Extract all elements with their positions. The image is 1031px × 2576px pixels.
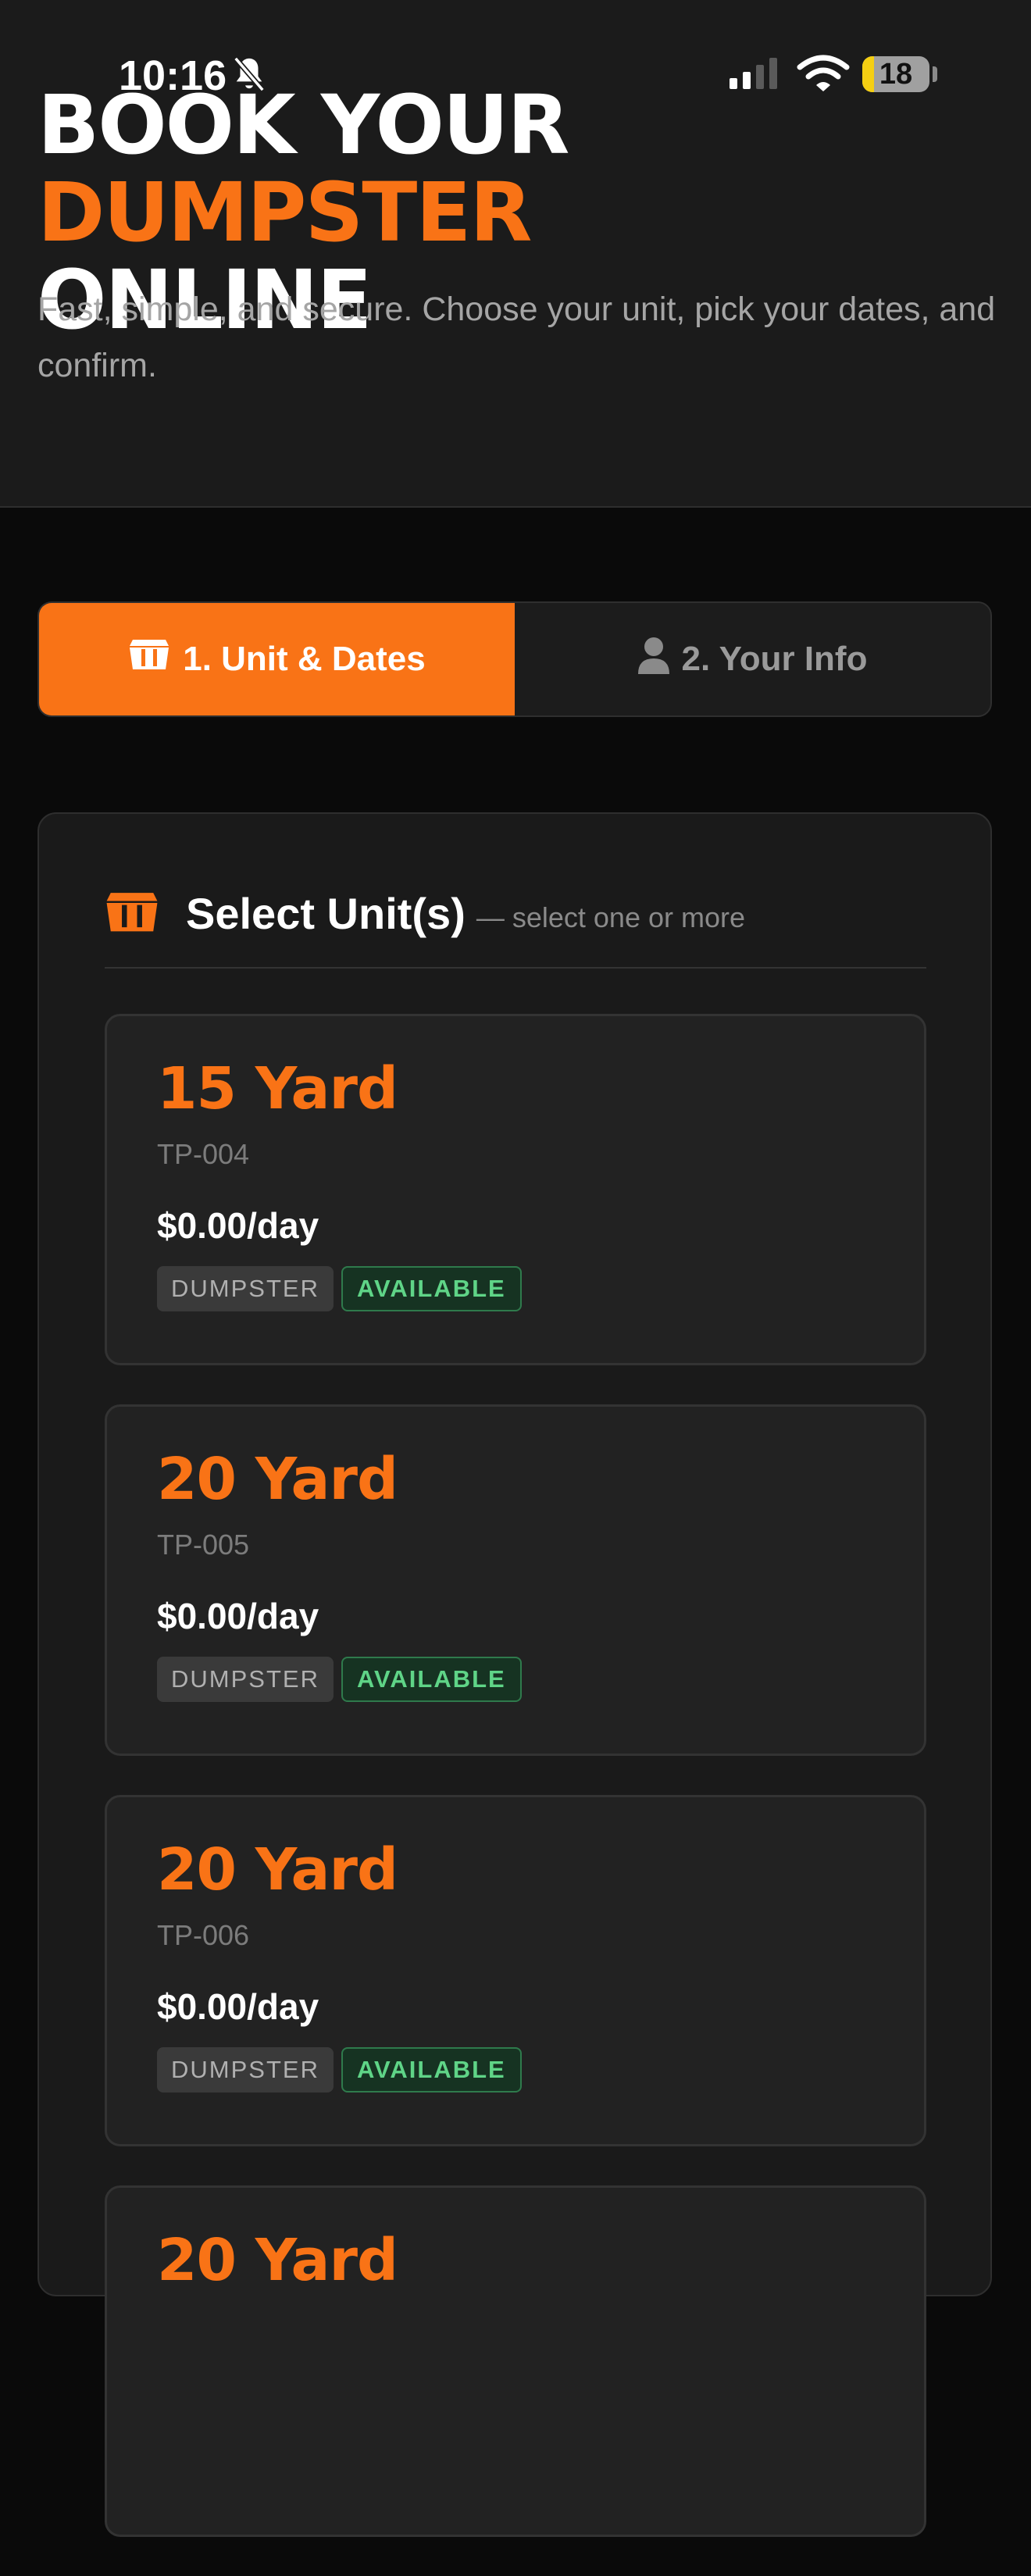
section-hint: — select one or more (476, 901, 746, 933)
booking-steps-tabs: 1. Unit & Dates 2. Your Info (37, 601, 992, 717)
unit-price: $0.00/day (157, 1205, 319, 1246)
unit-code: TP-005 (157, 1529, 250, 1561)
unit-type-badge: DUMPSTER (157, 1266, 334, 1311)
unit-card[interactable]: 15 Yard TP-004 $0.00/day DUMPSTER AVAILA… (105, 1014, 926, 1365)
unit-selection-panel: Select Unit(s) — select one or more 15 Y… (37, 812, 992, 2537)
availability-badge: AVAILABLE (341, 1266, 522, 1311)
battery-cap (933, 66, 937, 82)
hero-title-accent: DUMPSTER (37, 165, 532, 260)
dumpster-icon (105, 886, 159, 939)
unit-list: 15 Yard TP-004 $0.00/day DUMPSTER AVAILA… (105, 1014, 926, 2576)
unit-name: 15 Yard (157, 1055, 398, 1122)
tab-label: 1. Unit & Dates (183, 640, 426, 678)
unit-name: 20 Yard (157, 2227, 398, 2294)
unit-price: $0.00/day (157, 1596, 319, 1636)
section-title: Select Unit(s) (186, 889, 466, 938)
unit-name: 20 Yard (157, 1836, 398, 1903)
availability-badge: AVAILABLE (341, 1657, 522, 1702)
hero-title-main: BOOK YOUR (37, 77, 569, 173)
tab-label: 2. Your Info (681, 640, 868, 678)
availability-badge: AVAILABLE (341, 2047, 522, 2093)
tab-unit-dates[interactable]: 1. Unit & Dates (39, 603, 515, 715)
unit-card[interactable]: 20 Yard (105, 2185, 926, 2537)
hero-subtitle: Fast, simple, and secure. Choose your un… (37, 291, 996, 384)
unit-card[interactable]: 20 Yard TP-005 $0.00/day DUMPSTER AVAILA… (105, 1404, 926, 1756)
unit-badges: DUMPSTER AVAILABLE (157, 2047, 522, 2093)
unit-name: 20 Yard (157, 1446, 398, 1513)
section-header: Select Unit(s) — select one or more (105, 886, 926, 969)
unit-card[interactable]: 20 Yard TP-006 $0.00/day DUMPSTER AVAILA… (105, 1795, 926, 2146)
tab-your-info[interactable]: 2. Your Info (515, 603, 990, 715)
unit-badges: DUMPSTER AVAILABLE (157, 1657, 522, 1702)
page-header: 10:16 18 BOOK YOUR DUMPSTER ONLINE Fast,… (0, 0, 1031, 508)
unit-type-badge: DUMPSTER (157, 2047, 334, 2093)
unit-badges: DUMPSTER AVAILABLE (157, 1266, 522, 1311)
unit-type-badge: DUMPSTER (157, 1657, 334, 1702)
unit-code: TP-006 (157, 1919, 250, 1951)
unit-code: TP-004 (157, 1138, 250, 1170)
user-icon (637, 637, 669, 683)
dumpster-icon (128, 638, 170, 681)
unit-price: $0.00/day (157, 1986, 319, 2027)
